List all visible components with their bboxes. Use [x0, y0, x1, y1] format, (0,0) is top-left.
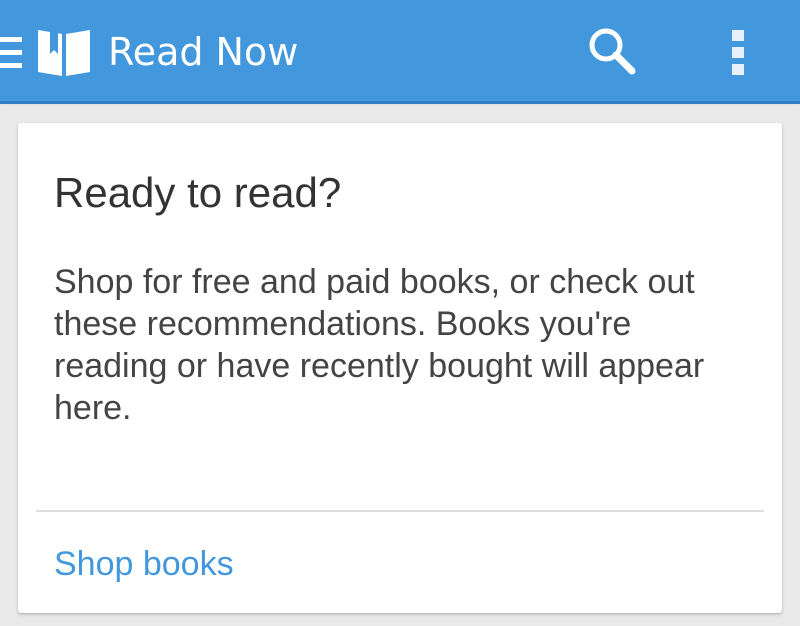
overflow-dot: [732, 64, 744, 75]
book-logo-icon[interactable]: [36, 24, 92, 80]
card-title: Ready to read?: [54, 169, 342, 216]
card-body-text: Shop for free and paid books, or check o…: [54, 263, 705, 427]
hamburger-menu-icon[interactable]: [0, 37, 22, 69]
hamburger-line: [0, 37, 22, 42]
app-bar-shadow: [0, 101, 800, 104]
overflow-menu-icon[interactable]: [718, 26, 758, 78]
shop-books-button[interactable]: Shop books: [54, 543, 234, 585]
search-icon[interactable]: [584, 24, 640, 80]
overflow-dot: [732, 47, 744, 58]
overflow-dot: [732, 30, 744, 41]
hamburger-line: [0, 50, 22, 55]
app-bar: Read Now: [0, 0, 800, 101]
app-title: Read Now: [108, 30, 299, 74]
card-divider: [36, 510, 764, 512]
hamburger-line: [0, 63, 22, 68]
ready-to-read-card: Ready to read? Shop for free and paid bo…: [18, 123, 782, 613]
